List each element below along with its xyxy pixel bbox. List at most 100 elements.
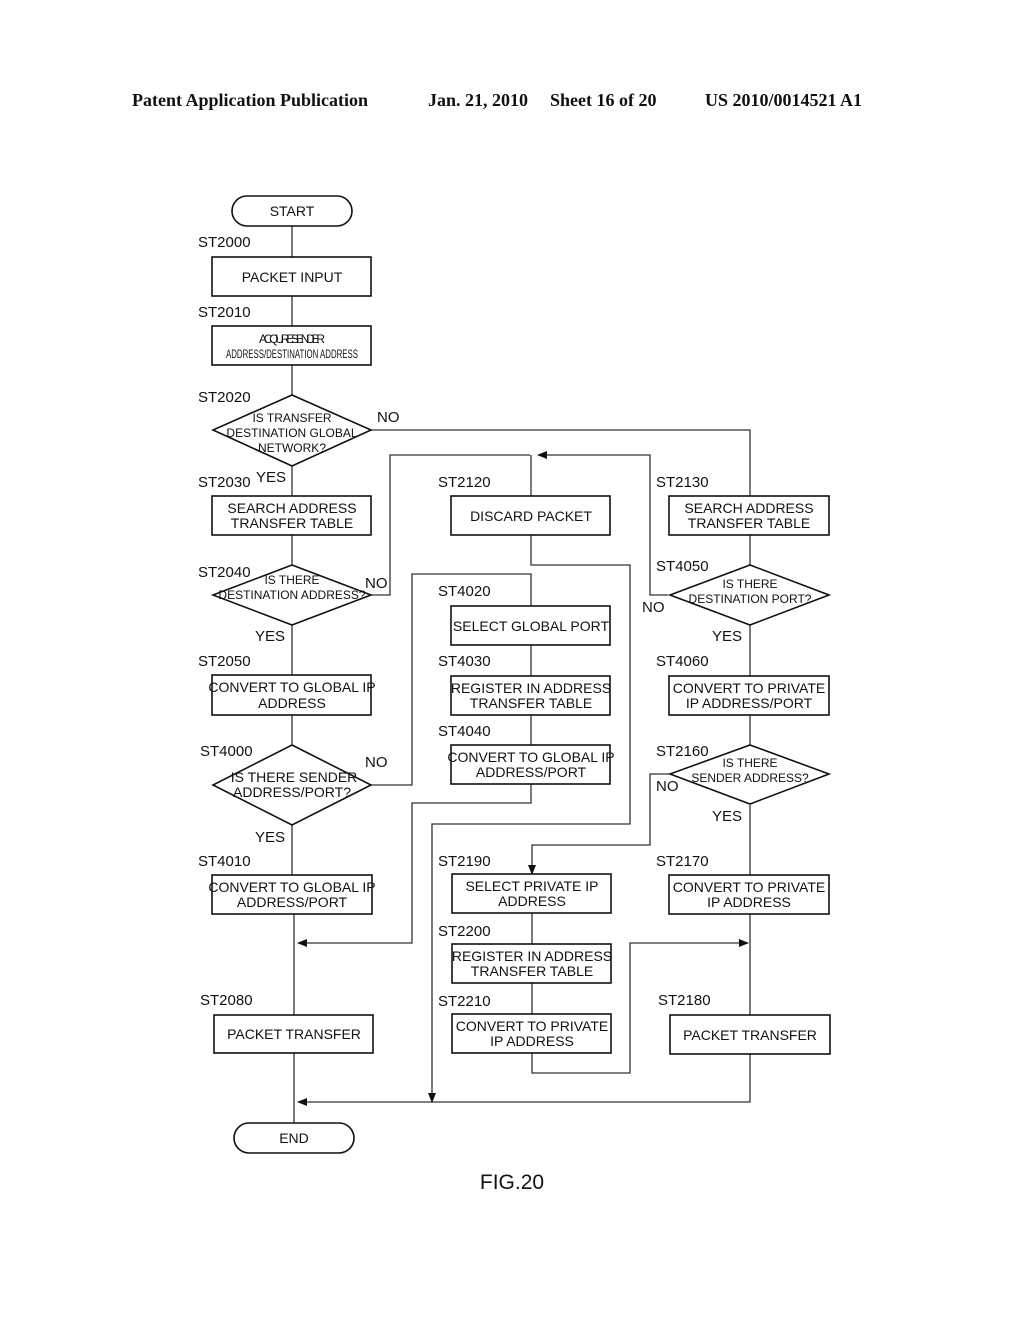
step-id: ST2080 (200, 992, 253, 1009)
step-st4020: ST4020 SELECT GLOBAL PORT (438, 583, 611, 646)
decision-text: SENDER ADDRESS? (691, 771, 809, 785)
step-st2200: ST2200 REGISTER IN ADDRESS TRANSFER TABL… (438, 923, 612, 984)
end-terminal: END (233, 1122, 355, 1154)
step-text: ADDRESS (258, 695, 326, 711)
decision-text: IS TRANSFER (252, 411, 331, 425)
decision-st4000: ST4000 IS THERE SENDER ADDRESS/PORT? NO … (200, 743, 388, 846)
decision-st2020: ST2020 IS TRANSFER DESTINATION GLOBAL NE… (198, 389, 400, 486)
step-text: ADDRESS/PORT (237, 894, 348, 910)
step-id: ST2180 (658, 992, 711, 1009)
step-text: PACKET INPUT (242, 269, 343, 285)
step-id: ST2030 (198, 474, 251, 491)
step-text: IP ADDRESS (707, 894, 791, 910)
step-id: ST4060 (656, 653, 709, 670)
step-st2000: ST2000 PACKET INPUT (198, 234, 372, 297)
step-id: ST2050 (198, 653, 251, 670)
decision-st2040: ST2040 IS THERE DESTINATION ADDRESS? NO … (198, 564, 388, 645)
yes-label: YES (256, 469, 286, 486)
step-text: REGISTER IN ADDRESS (451, 680, 611, 696)
step-id: ST2010 (198, 304, 251, 321)
decision-text: IS THERE (722, 756, 777, 770)
decision-text: IS THERE SENDER (231, 769, 358, 785)
step-text: CONVERT TO PRIVATE (456, 1018, 608, 1034)
step-st4010: ST4010 CONVERT TO GLOBAL IP ADDRESS/PORT (198, 853, 376, 915)
step-text: PACKET TRANSFER (227, 1026, 361, 1042)
decision-id: ST2160 (656, 743, 709, 760)
step-text: PACKET TRANSFER (683, 1027, 817, 1043)
step-id: ST4040 (438, 723, 491, 740)
no-label: NO (377, 409, 400, 426)
decision-text: DESTINATION PORT? (689, 592, 812, 606)
step-st4060: ST4060 CONVERT TO PRIVATE IP ADDRESS/POR… (656, 653, 830, 716)
step-st2120: ST2120 DISCARD PACKET (438, 474, 611, 536)
step-text: ACQUIRE SENDER (259, 332, 325, 346)
step-text: IP ADDRESS (490, 1033, 574, 1049)
step-id: ST2120 (438, 474, 491, 491)
step-id: ST2190 (438, 853, 491, 870)
step-text: SEARCH ADDRESS (227, 500, 356, 516)
step-st4040: ST4040 CONVERT TO GLOBAL IP ADDRESS/PORT (438, 723, 615, 785)
step-text: SELECT GLOBAL PORT (453, 618, 610, 634)
figure-label: FIG.20 (480, 1171, 544, 1194)
step-id: ST2000 (198, 234, 251, 251)
flowchart: START END ST2000 PACKET INPUT ST2010 ACQ… (198, 195, 832, 1194)
step-st2210: ST2210 CONVERT TO PRIVATE IP ADDRESS (438, 993, 612, 1054)
step-text: TRANSFER TABLE (470, 695, 592, 711)
decision-text: DESTINATION ADDRESS? (218, 588, 365, 602)
step-text: TRANSFER TABLE (688, 515, 810, 531)
step-text: CONVERT TO GLOBAL IP (208, 879, 375, 895)
step-text: CONVERT TO PRIVATE (673, 879, 825, 895)
step-st2010: ST2010 ACQUIRE SENDER ADDRESS/DESTINATIO… (198, 304, 372, 366)
step-id: ST4030 (438, 653, 491, 670)
decision-id: ST2020 (198, 389, 251, 406)
decision-id: ST4050 (656, 558, 709, 575)
decision-text: IS THERE (722, 577, 777, 591)
start-terminal: START (231, 195, 353, 227)
step-text: ADDRESS (498, 893, 566, 909)
start-label: START (270, 203, 315, 219)
step-st2130: ST2130 SEARCH ADDRESS TRANSFER TABLE (656, 474, 830, 536)
step-text: SELECT PRIVATE IP (465, 878, 598, 894)
step-text: ADDRESS/DESTINATION ADDRESS (226, 347, 358, 361)
step-st2050: ST2050 CONVERT TO GLOBAL IP ADDRESS (198, 653, 376, 716)
decision-text: NETWORK? (258, 441, 326, 455)
step-text: ADDRESS/PORT (476, 764, 587, 780)
decision-text: IS THERE (264, 573, 319, 587)
step-text: CONVERT TO PRIVATE (673, 680, 825, 696)
step-st2170: ST2170 CONVERT TO PRIVATE IP ADDRESS (656, 853, 830, 915)
yes-label: YES (255, 628, 285, 645)
step-st2080: ST2080 PACKET TRANSFER (200, 992, 374, 1054)
no-label: NO (642, 599, 665, 616)
no-label: NO (365, 754, 388, 771)
connector-st4040-out (297, 784, 532, 947)
decision-st2160: ST2160 IS THERE SENDER ADDRESS? NO YES (656, 743, 832, 825)
decision-id: ST2040 (198, 564, 251, 581)
connector-st2180-out (297, 1054, 751, 1106)
step-id: ST2130 (656, 474, 709, 491)
step-id: ST4010 (198, 853, 251, 870)
step-text: DISCARD PACKET (470, 508, 592, 524)
step-id: ST2210 (438, 993, 491, 1010)
step-st2190: ST2190 SELECT PRIVATE IP ADDRESS (438, 853, 612, 914)
step-id: ST2170 (656, 853, 709, 870)
step-text: CONVERT TO GLOBAL IP (447, 749, 614, 765)
no-label: NO (656, 778, 679, 795)
end-label: END (279, 1130, 309, 1146)
step-st2180: ST2180 PACKET TRANSFER (658, 992, 831, 1055)
step-text: REGISTER IN ADDRESS (452, 948, 612, 964)
step-text: SEARCH ADDRESS (684, 500, 813, 516)
step-text: TRANSFER TABLE (231, 515, 353, 531)
no-label: NO (365, 575, 388, 592)
decision-text: ADDRESS/PORT? (233, 784, 351, 800)
yes-label: YES (255, 829, 285, 846)
step-text: TRANSFER TABLE (471, 963, 593, 979)
decision-id: ST4000 (200, 743, 253, 760)
step-text: CONVERT TO GLOBAL IP (208, 679, 375, 695)
step-id: ST2200 (438, 923, 491, 940)
step-id: ST4020 (438, 583, 491, 600)
step-st4030: ST4030 REGISTER IN ADDRESS TRANSFER TABL… (438, 653, 611, 716)
yes-label: YES (712, 628, 742, 645)
step-text: IP ADDRESS/PORT (686, 695, 813, 711)
decision-st4050: ST4050 IS THERE DESTINATION PORT? NO YES (642, 558, 832, 645)
yes-label: YES (712, 808, 742, 825)
